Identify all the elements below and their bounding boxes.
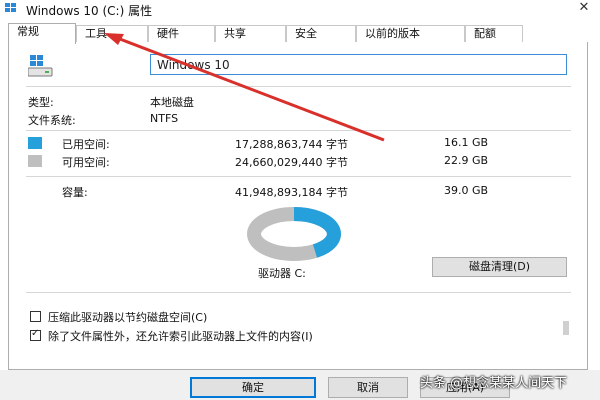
compress-label: 压缩此驱动器以节约磁盘空间(C) [48,311,208,324]
filesystem-value: NTFS [150,112,179,125]
title-bar: Windows 10 (C:) 属性 ✕ [0,0,600,18]
separator [26,292,571,293]
free-space-swatch [28,155,42,167]
close-icon[interactable]: ✕ [574,0,594,16]
scroll-indicator [563,321,569,335]
watermark-text: 头条 @想念某某人间天下 [420,376,568,391]
ok-button[interactable]: 确定 [190,377,316,398]
window-title: Windows 10 (C:) 属性 [26,4,153,18]
index-checkbox[interactable]: ✓ [30,328,41,341]
cancel-button[interactable]: 取消 [328,377,408,398]
drive-icon [5,3,16,12]
separator [26,86,571,87]
tab-hardware[interactable]: 硬件 [148,25,215,42]
index-label: 除了文件属性外，还允许索引此驱动器上文件的内容(I) [48,330,313,343]
tab-quota[interactable]: 配额 [465,25,523,42]
tab-general[interactable]: 常规 [8,23,76,44]
used-space-size: 16.1 GB [444,136,489,149]
disk-cleanup-button[interactable]: 磁盘清理(D) [432,257,567,277]
used-space-bytes: 17,288,863,744 字节 [235,138,348,151]
donut-used-segment [293,207,341,258]
drive-name-input[interactable] [150,54,567,75]
capacity-bytes: 41,948,893,184 字节 [235,186,348,199]
capacity-size: 39.0 GB [444,184,489,197]
free-space-bytes: 24,660,029,440 字节 [235,156,348,169]
type-label: 类型: [28,96,54,109]
tab-previous-versions[interactable]: 以前的版本 [356,25,465,42]
tab-strip: 常规 工具 硬件 共享 安全 以前的版本 配额 [8,23,590,44]
used-space-swatch [28,137,42,149]
tab-security[interactable]: 安全 [286,25,356,42]
type-value: 本地磁盘 [150,96,194,109]
separator [26,130,571,131]
filesystem-label: 文件系统: [28,114,76,127]
used-space-label: 已用空间: [62,138,110,151]
capacity-label: 容量: [62,186,88,199]
free-space-size: 22.9 GB [444,154,489,167]
drive-letter-label: 驱动器 C: [258,267,306,280]
free-space-label: 可用空间: [62,156,110,169]
hard-drive-icon [28,55,53,77]
usage-donut-chart [247,207,341,261]
checkmark-icon: ✓ [31,328,40,339]
separator [26,176,571,177]
tab-tools[interactable]: 工具 [76,25,148,42]
tab-sharing[interactable]: 共享 [215,25,286,42]
compress-checkbox[interactable] [30,311,41,322]
